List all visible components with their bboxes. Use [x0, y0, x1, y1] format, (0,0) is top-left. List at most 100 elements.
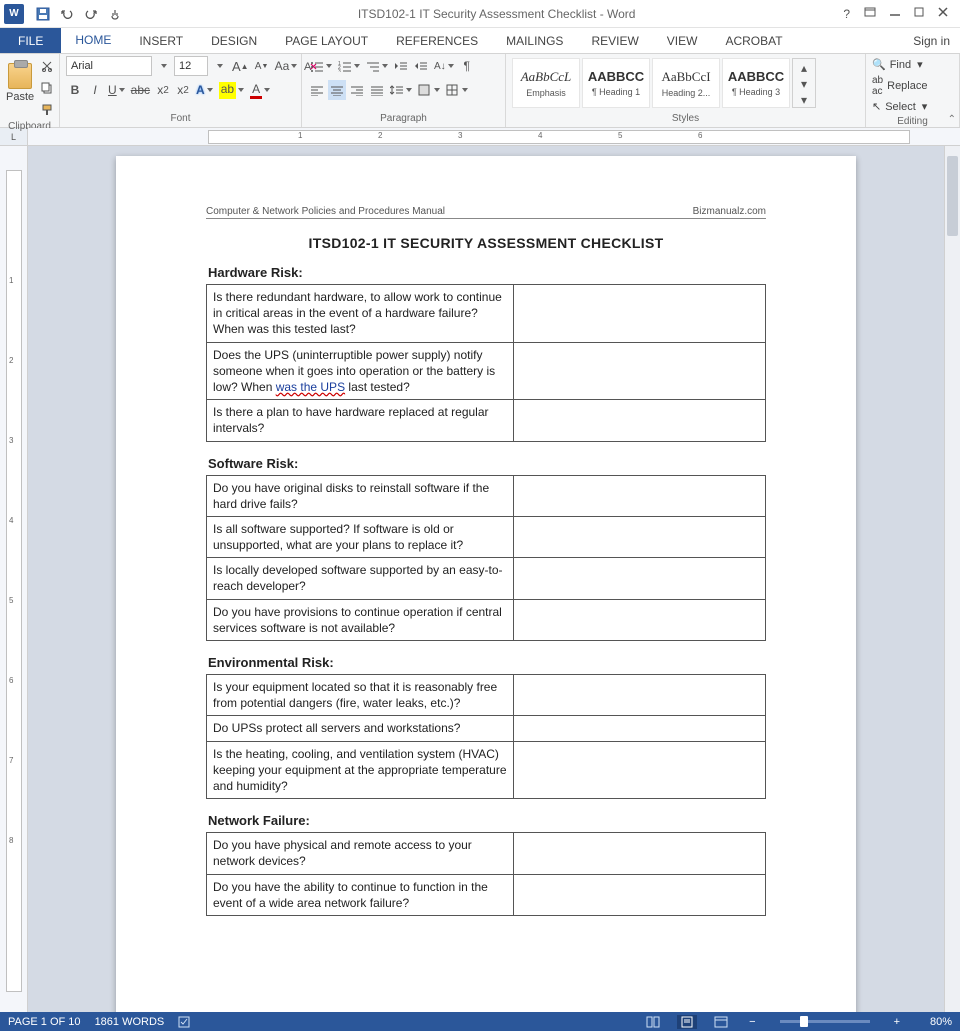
- document-title: ITSD102-1 IT SECURITY ASSESSMENT CHECKLI…: [206, 235, 766, 251]
- show-paragraph-marks-icon[interactable]: ¶: [458, 56, 476, 76]
- proofing-icon[interactable]: [178, 1015, 192, 1029]
- align-center-icon[interactable]: [328, 80, 346, 100]
- zoom-out-icon[interactable]: −: [745, 1016, 759, 1028]
- line-spacing-icon[interactable]: [388, 80, 414, 100]
- bold-button[interactable]: B: [66, 80, 84, 100]
- find-button[interactable]: 🔍Find▾: [872, 56, 923, 73]
- styles-scroll-down-icon[interactable]: ▾: [795, 77, 813, 91]
- web-layout-icon[interactable]: [711, 1015, 731, 1029]
- shading-icon[interactable]: [416, 80, 442, 100]
- undo-icon[interactable]: [56, 3, 78, 25]
- italic-button[interactable]: I: [86, 80, 104, 100]
- replace-button[interactable]: abacReplace: [872, 77, 927, 94]
- table-row: Do you have the ability to continue to f…: [207, 874, 766, 915]
- font-size-dropdown-icon[interactable]: [210, 56, 228, 76]
- sort-icon[interactable]: A↓: [432, 56, 456, 76]
- save-icon[interactable]: [32, 3, 54, 25]
- qat-customize-icon[interactable]: [128, 3, 150, 25]
- select-button[interactable]: ↖Select▾: [872, 98, 927, 115]
- styles-scroll-up-icon[interactable]: ▴: [795, 61, 813, 75]
- document-canvas[interactable]: Computer & Network Policies and Procedur…: [28, 146, 944, 1012]
- format-painter-icon[interactable]: [38, 100, 56, 120]
- change-case-icon[interactable]: Aa: [273, 56, 300, 76]
- question-cell: Does the UPS (uninterruptible power supp…: [207, 342, 514, 400]
- justify-icon[interactable]: [368, 80, 386, 100]
- redo-icon[interactable]: [80, 3, 102, 25]
- multilevel-list-icon[interactable]: [364, 56, 390, 76]
- paste-button[interactable]: Paste: [6, 56, 34, 110]
- close-icon[interactable]: [938, 7, 948, 21]
- print-layout-icon[interactable]: [677, 1015, 697, 1029]
- header-left: Computer & Network Policies and Procedur…: [206, 206, 445, 217]
- tab-design[interactable]: DESIGN: [197, 28, 271, 53]
- table-row: Do you have physical and remote access t…: [207, 833, 766, 874]
- styles-more-icon[interactable]: ▾: [795, 93, 813, 107]
- checklist-table: Do you have physical and remote access t…: [206, 832, 766, 916]
- style-heading-1[interactable]: AABBCC¶ Heading 1: [582, 58, 650, 108]
- tab-view[interactable]: VIEW: [653, 28, 712, 53]
- checklist-table: Do you have original disks to reinstall …: [206, 475, 766, 642]
- increase-indent-icon[interactable]: [412, 56, 430, 76]
- strikethrough-button[interactable]: abc: [129, 80, 152, 100]
- shrink-font-icon[interactable]: A▼: [253, 56, 271, 76]
- help-icon[interactable]: ?: [843, 7, 850, 21]
- style-heading-3[interactable]: AABBCC¶ Heading 3: [722, 58, 790, 108]
- numbering-icon[interactable]: 123: [336, 56, 362, 76]
- section-heading: Environmental Risk:: [208, 655, 766, 670]
- copy-icon[interactable]: [38, 78, 56, 98]
- window-title: ITSD102-1 IT Security Assessment Checkli…: [150, 7, 843, 21]
- style-emphasis[interactable]: AaBbCcLEmphasis: [512, 58, 580, 108]
- align-left-icon[interactable]: [308, 80, 326, 100]
- grow-font-icon[interactable]: A▲: [230, 56, 251, 76]
- question-cell: Is there redundant hardware, to allow wo…: [207, 285, 514, 343]
- minimize-icon[interactable]: [890, 7, 900, 21]
- tab-page-layout[interactable]: PAGE LAYOUT: [271, 28, 382, 53]
- style-gallery[interactable]: AaBbCcLEmphasis AABBCC¶ Heading 1 AaBbCc…: [512, 56, 816, 110]
- decrease-indent-icon[interactable]: [392, 56, 410, 76]
- align-right-icon[interactable]: [348, 80, 366, 100]
- superscript-button[interactable]: x2: [174, 80, 192, 100]
- font-color-icon[interactable]: A: [248, 80, 272, 100]
- horizontal-ruler[interactable]: 1 2 3 4 5 6: [28, 128, 960, 145]
- cut-icon[interactable]: [38, 56, 56, 76]
- font-name-input[interactable]: Arial: [66, 56, 152, 76]
- sign-in-link[interactable]: Sign in: [903, 28, 960, 53]
- word-count[interactable]: 1861 WORDS: [95, 1016, 165, 1028]
- zoom-slider[interactable]: [780, 1020, 870, 1023]
- scrollbar-thumb[interactable]: [947, 156, 958, 236]
- vertical-scrollbar[interactable]: [944, 146, 960, 1012]
- tab-home[interactable]: HOME: [61, 28, 125, 53]
- vertical-ruler[interactable]: 1 2 3 4 5 6 7 8: [0, 146, 28, 1012]
- touch-mode-icon[interactable]: [104, 3, 126, 25]
- zoom-knob[interactable]: [800, 1016, 808, 1027]
- section-heading: Software Risk:: [208, 456, 766, 471]
- zoom-in-icon[interactable]: +: [890, 1016, 904, 1028]
- styles-label: Styles: [512, 112, 859, 126]
- table-row: Is there redundant hardware, to allow wo…: [207, 285, 766, 343]
- style-heading-2[interactable]: AaBbCcIHeading 2...: [652, 58, 720, 108]
- answer-cell: [514, 475, 766, 516]
- tab-file[interactable]: FILE: [0, 28, 61, 53]
- tab-acrobat[interactable]: ACROBAT: [711, 28, 796, 53]
- text-effects-icon[interactable]: A: [194, 80, 215, 100]
- highlight-icon[interactable]: ab: [217, 80, 246, 100]
- page-count[interactable]: PAGE 1 OF 10: [8, 1016, 81, 1028]
- table-row: Is there a plan to have hardware replace…: [207, 400, 766, 441]
- font-size-input[interactable]: 12: [174, 56, 208, 76]
- tab-references[interactable]: REFERENCES: [382, 28, 492, 53]
- question-cell: Do you have provisions to continue opera…: [207, 599, 514, 640]
- underline-button[interactable]: U: [106, 80, 127, 100]
- read-mode-icon[interactable]: [643, 1015, 663, 1029]
- bullets-icon[interactable]: [308, 56, 334, 76]
- tab-mailings[interactable]: MAILINGS: [492, 28, 577, 53]
- font-name-dropdown-icon[interactable]: [154, 56, 172, 76]
- table-row: Does the UPS (uninterruptible power supp…: [207, 342, 766, 400]
- zoom-level[interactable]: 80%: [918, 1016, 952, 1028]
- tab-insert[interactable]: INSERT: [125, 28, 197, 53]
- borders-icon[interactable]: [444, 80, 470, 100]
- maximize-icon[interactable]: [914, 7, 924, 21]
- ribbon-display-icon[interactable]: [864, 7, 876, 21]
- tab-review[interactable]: REVIEW: [577, 28, 652, 53]
- collapse-ribbon-icon[interactable]: ⌃: [948, 114, 956, 125]
- subscript-button[interactable]: x2: [154, 80, 172, 100]
